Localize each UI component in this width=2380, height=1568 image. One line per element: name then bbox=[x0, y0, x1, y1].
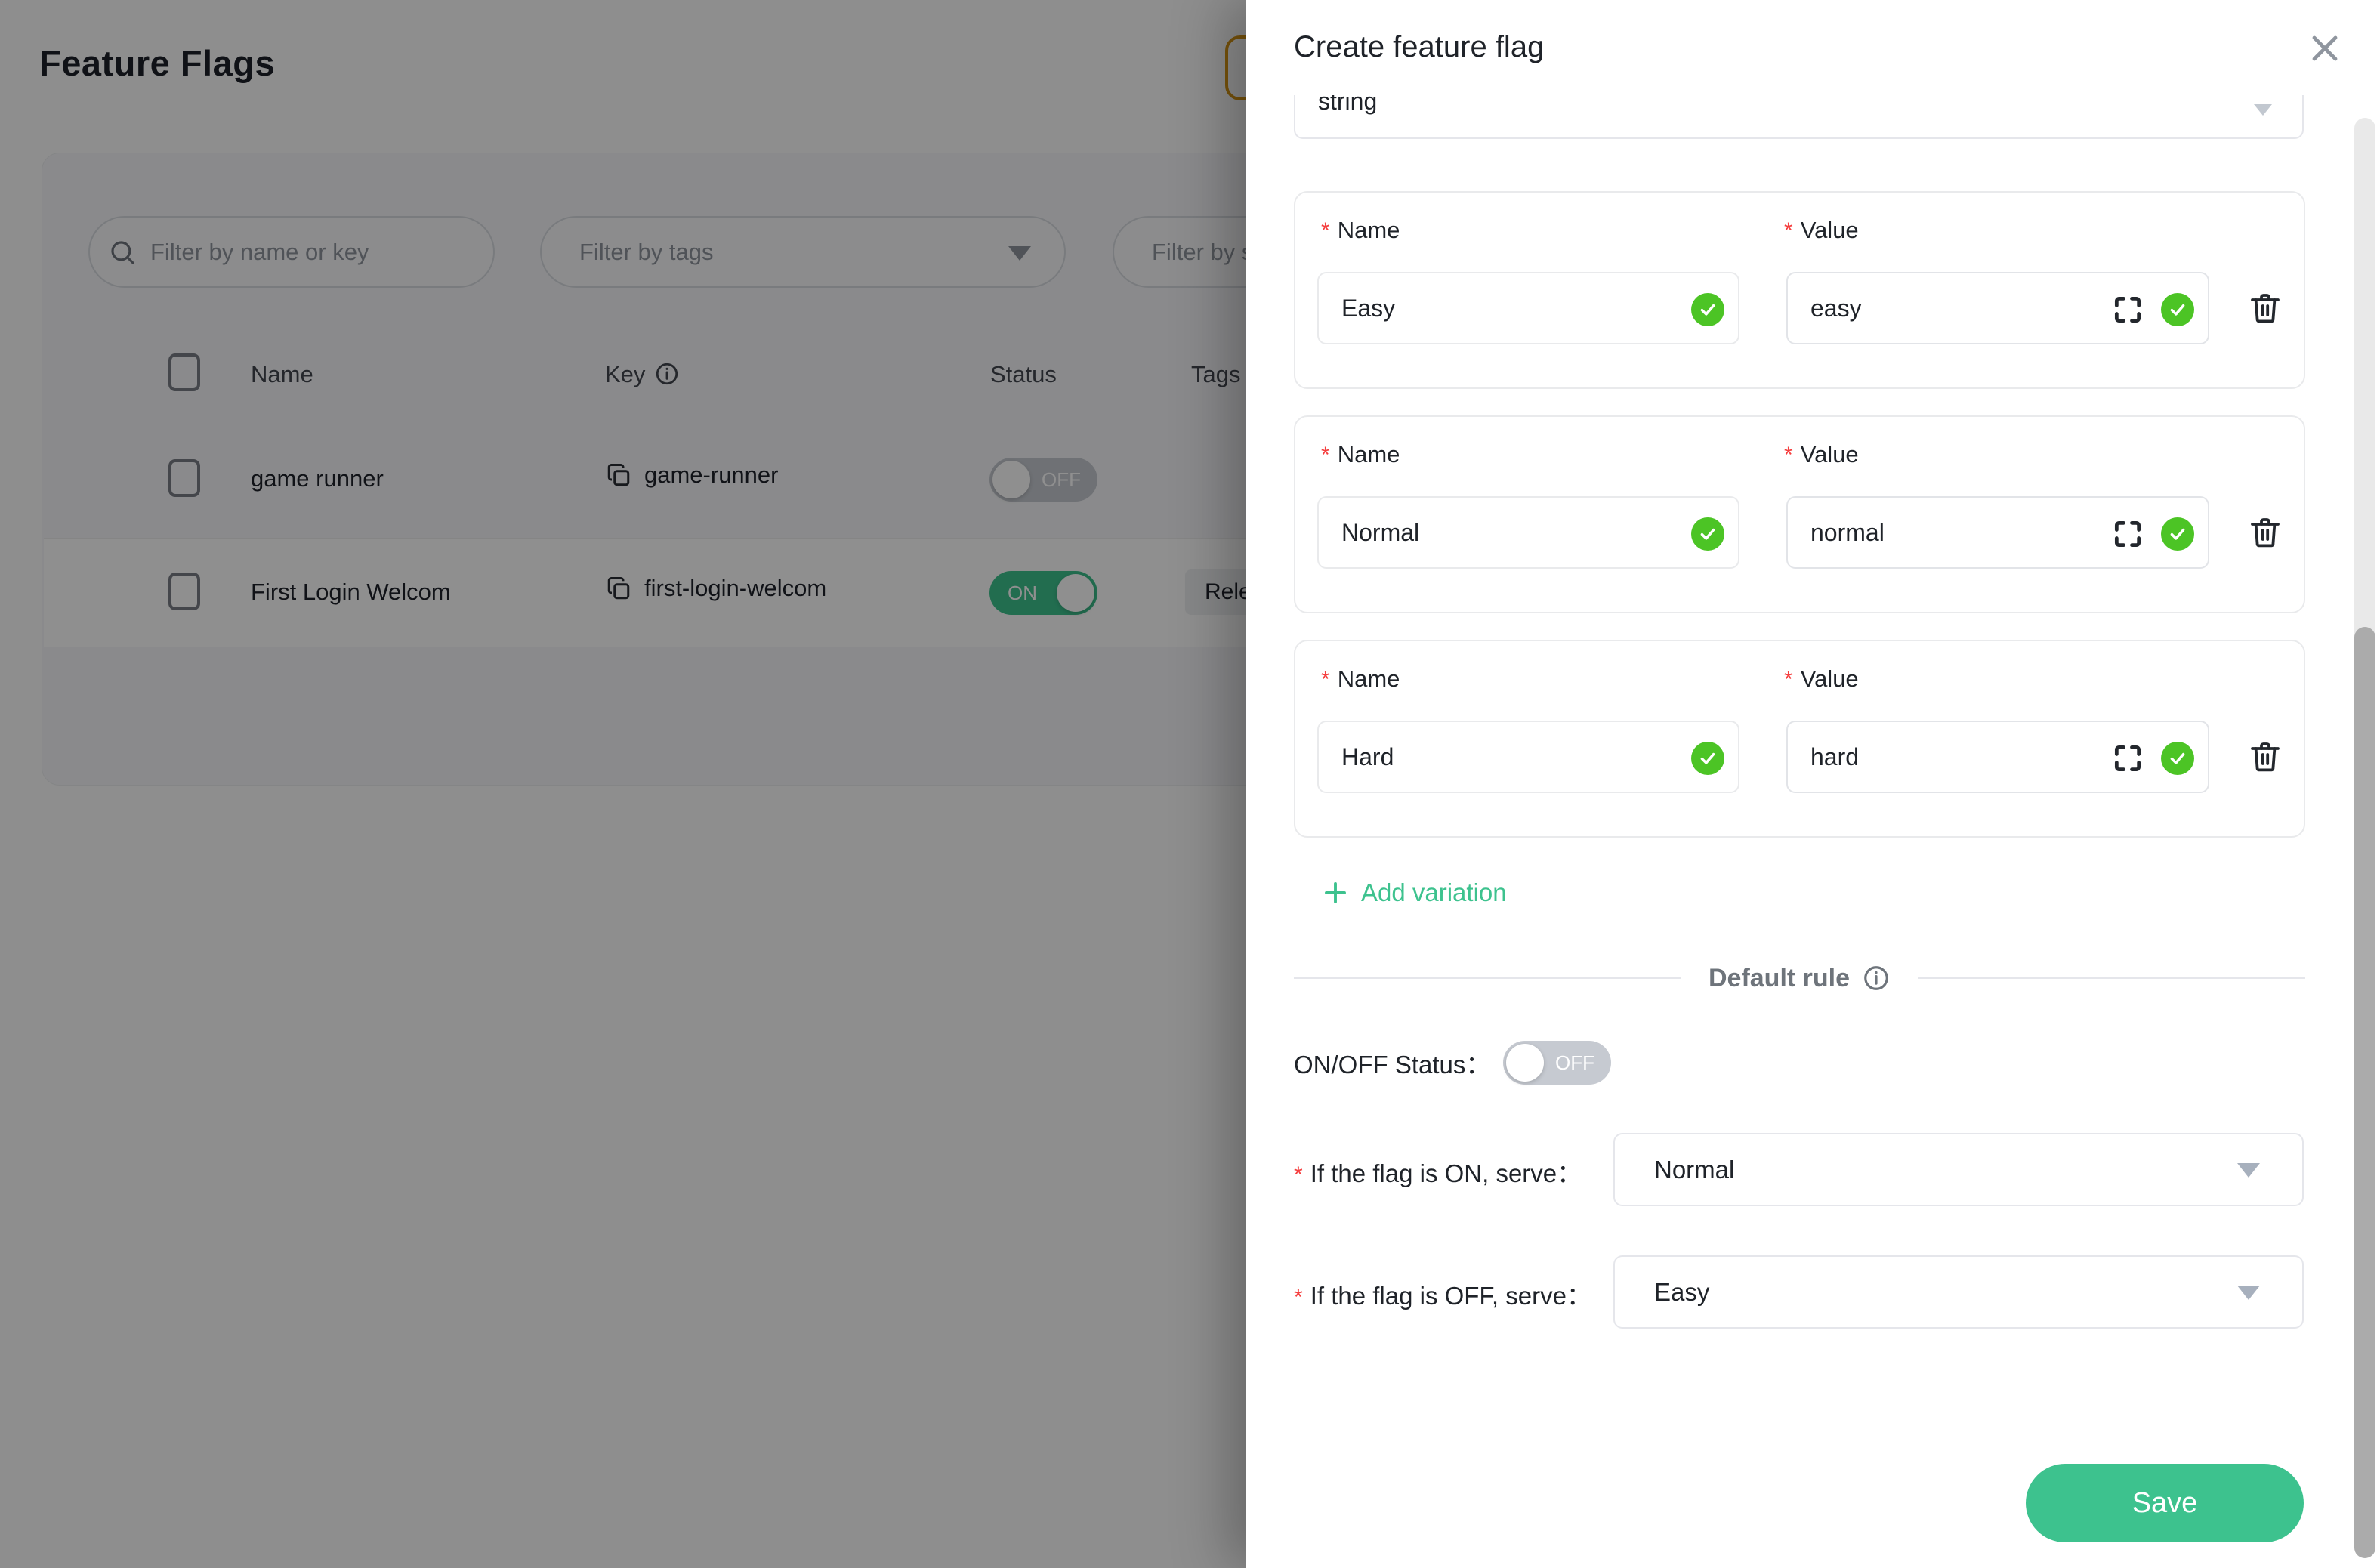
variation-name-input[interactable] bbox=[1317, 496, 1739, 569]
chevron-down-icon bbox=[2237, 1163, 2260, 1178]
variation-card: * Name * Value bbox=[1294, 415, 2305, 613]
name-label: Name bbox=[1338, 441, 1400, 468]
variation-name-input[interactable] bbox=[1317, 272, 1739, 344]
toggle-label: OFF bbox=[1555, 1041, 1594, 1085]
valid-check-icon bbox=[2161, 517, 2194, 551]
name-label: Name bbox=[1338, 217, 1400, 243]
add-variation-button[interactable]: Add variation bbox=[1322, 875, 1507, 911]
required-marker: * bbox=[1294, 1162, 1303, 1187]
variation-value-input[interactable] bbox=[1786, 496, 2209, 569]
default-rule-label: Default rule bbox=[1709, 964, 1850, 993]
delete-variation-icon[interactable] bbox=[2247, 514, 2283, 551]
flag-type-select[interactable]: string bbox=[1294, 95, 2304, 139]
required-marker: * bbox=[1784, 443, 1793, 468]
variation-card: * Name * Value bbox=[1294, 640, 2305, 838]
on-serve-select[interactable]: Normal bbox=[1613, 1133, 2304, 1206]
valid-check-icon bbox=[1691, 742, 1724, 775]
divider bbox=[1294, 977, 1681, 979]
variation-value-field[interactable] bbox=[1788, 498, 2208, 567]
required-marker: * bbox=[1321, 443, 1330, 468]
variation-name-field[interactable] bbox=[1319, 498, 1738, 567]
variation-value-input[interactable] bbox=[1786, 721, 2209, 793]
required-marker: * bbox=[1321, 667, 1330, 692]
off-serve-select[interactable]: Easy bbox=[1613, 1255, 2304, 1329]
toggle-knob bbox=[1506, 1044, 1544, 1082]
flag-type-value: string bbox=[1318, 95, 1377, 139]
expand-icon[interactable] bbox=[2111, 293, 2144, 326]
create-flag-panel: Create feature flag string * Name * Value bbox=[1246, 0, 2380, 1568]
flag-type-select-clipped[interactable]: string bbox=[1294, 95, 2304, 140]
screen: Feature Flags Name Key Status T bbox=[0, 0, 2380, 1568]
value-label: Value bbox=[1801, 665, 1859, 692]
scrollbar-thumb[interactable] bbox=[2354, 627, 2375, 1558]
off-serve-value: Easy bbox=[1654, 1257, 1709, 1327]
variation-name-input[interactable] bbox=[1317, 721, 1739, 793]
name-label: Name bbox=[1338, 665, 1400, 692]
variation-value-field[interactable] bbox=[1788, 722, 2208, 792]
default-rule-divider: Default rule bbox=[1294, 958, 2305, 999]
info-icon[interactable] bbox=[1862, 964, 1891, 992]
onoff-status-label: ON/OFF Status： bbox=[1294, 1045, 1490, 1081]
add-variation-label: Add variation bbox=[1361, 878, 1507, 907]
valid-check-icon bbox=[1691, 517, 1724, 551]
expand-icon[interactable] bbox=[2111, 517, 2144, 551]
required-marker: * bbox=[1294, 1285, 1303, 1310]
close-icon[interactable] bbox=[2307, 30, 2343, 66]
required-marker: * bbox=[1784, 667, 1793, 692]
plus-icon bbox=[1322, 879, 1349, 906]
valid-check-icon bbox=[2161, 742, 2194, 775]
divider bbox=[1918, 977, 2305, 979]
on-serve-value: Normal bbox=[1654, 1134, 1734, 1205]
delete-variation-icon[interactable] bbox=[2247, 290, 2283, 326]
value-label: Value bbox=[1801, 441, 1859, 468]
required-marker: * bbox=[1321, 218, 1330, 243]
onoff-status-toggle[interactable]: OFF bbox=[1503, 1041, 1611, 1085]
panel-title: Create feature flag bbox=[1294, 30, 1544, 64]
variation-value-input[interactable] bbox=[1786, 272, 2209, 344]
on-serve-label: If the flag is ON, serve： bbox=[1310, 1159, 1582, 1187]
variation-name-field[interactable] bbox=[1319, 722, 1738, 792]
variation-name-field[interactable] bbox=[1319, 273, 1738, 343]
variation-value-field[interactable] bbox=[1788, 273, 2208, 343]
chevron-down-icon bbox=[2237, 1286, 2260, 1300]
valid-check-icon bbox=[1691, 293, 1724, 326]
expand-icon[interactable] bbox=[2111, 742, 2144, 775]
valid-check-icon bbox=[2161, 293, 2194, 326]
delete-variation-icon[interactable] bbox=[2247, 739, 2283, 775]
required-marker: * bbox=[1784, 218, 1793, 243]
variation-card: * Name * Value bbox=[1294, 191, 2305, 389]
save-button[interactable]: Save bbox=[2026, 1464, 2304, 1542]
value-label: Value bbox=[1801, 217, 1859, 243]
off-serve-label: If the flag is OFF, serve： bbox=[1310, 1282, 1591, 1310]
chevron-down-icon bbox=[2254, 104, 2272, 116]
